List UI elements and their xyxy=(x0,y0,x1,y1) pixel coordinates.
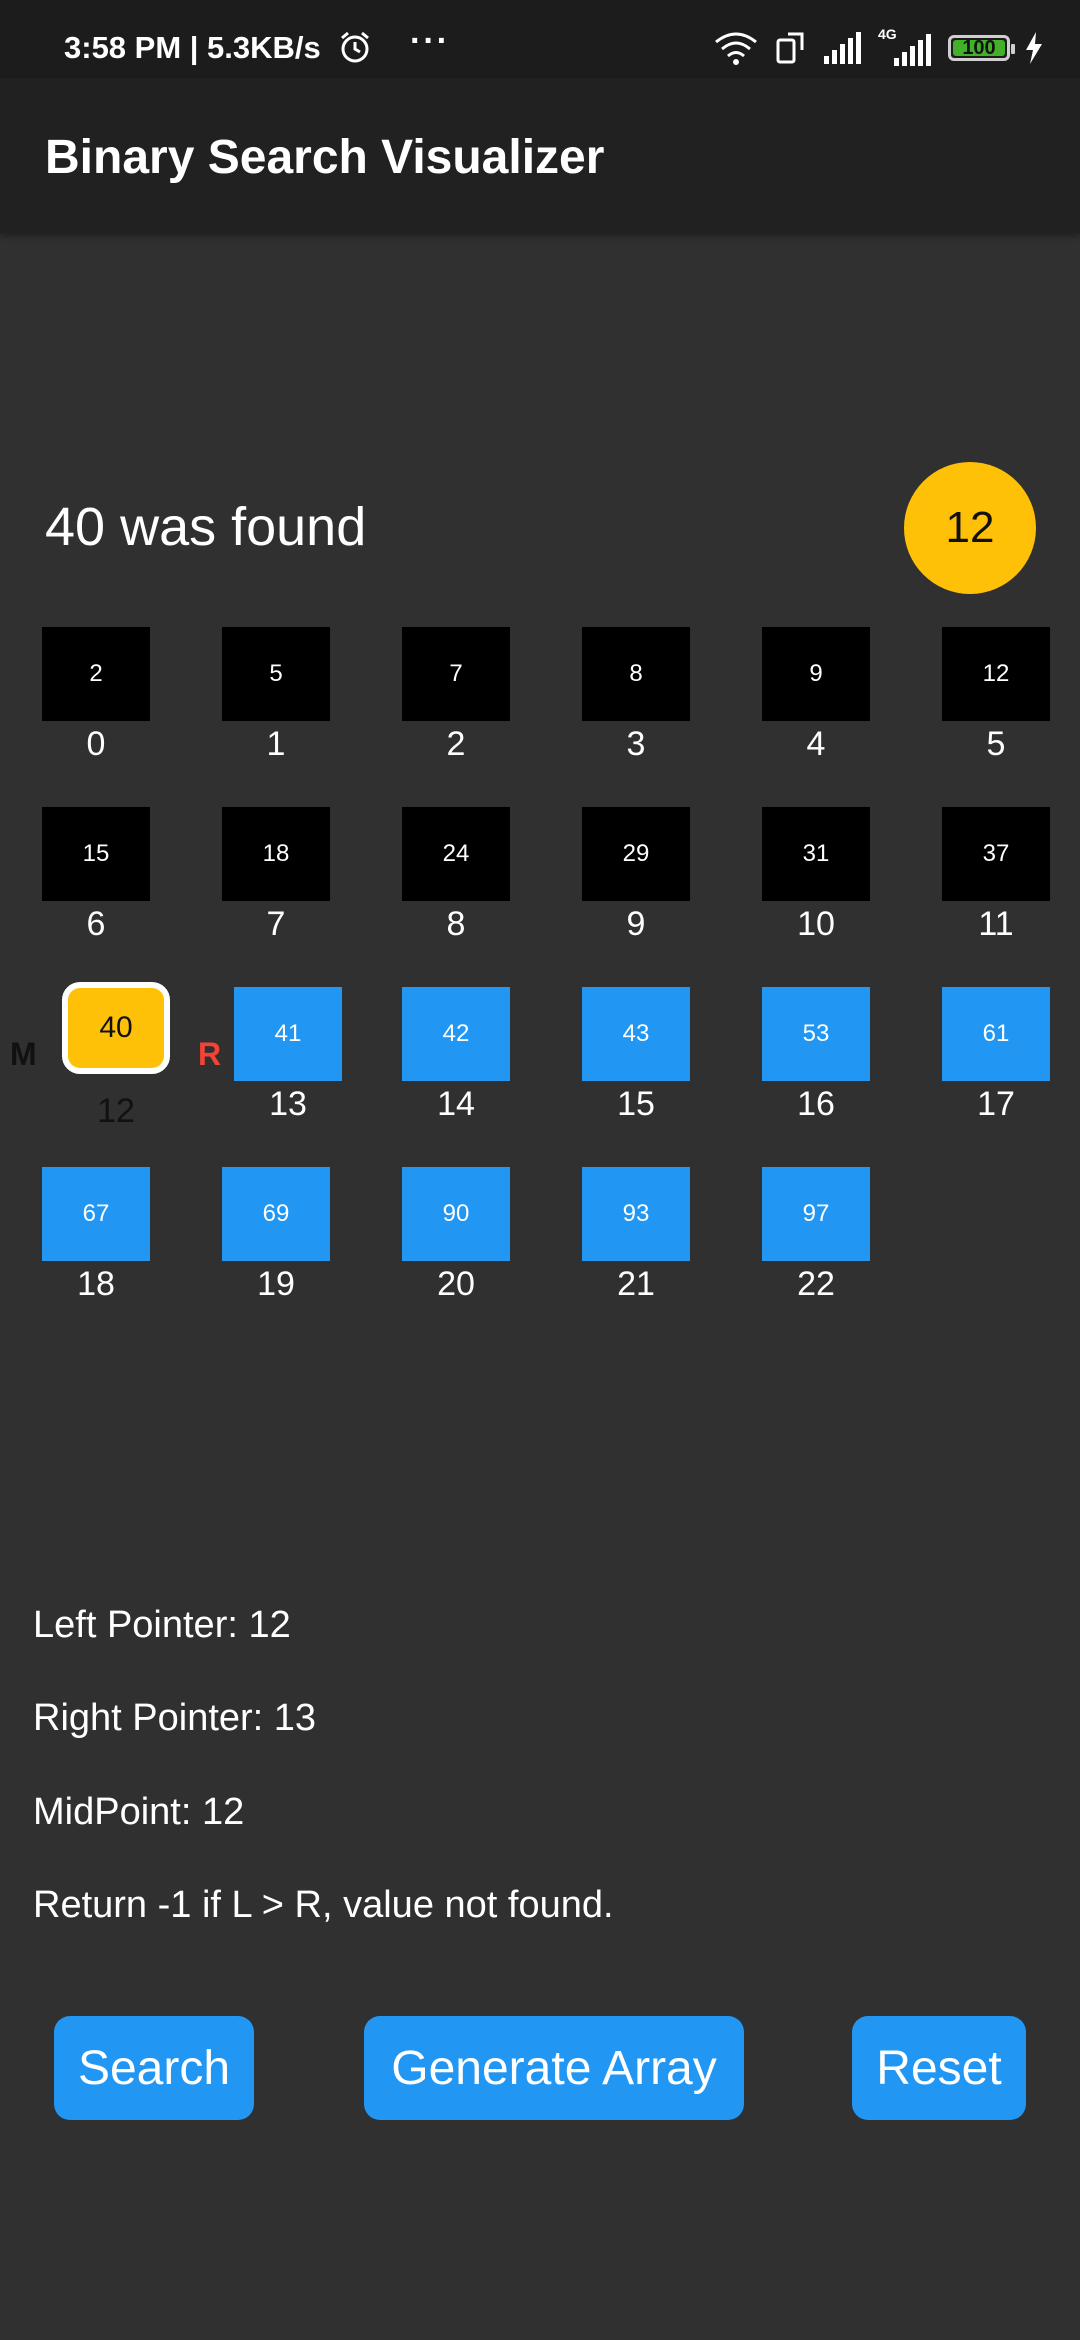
array-cell: 67 xyxy=(42,1167,150,1261)
result-message: 40 was found xyxy=(45,497,367,557)
right-pointer-label: R xyxy=(198,1036,222,1072)
array-index: 13 xyxy=(269,1085,307,1123)
app-title: Binary Search Visualizer xyxy=(45,131,605,184)
array-index: 10 xyxy=(797,905,835,943)
status-time: 3:58 PM | 5.3KB/s xyxy=(64,30,321,65)
array-index: 12 xyxy=(97,1092,135,1130)
array-cell: 8 xyxy=(582,627,690,721)
array-index: 7 xyxy=(266,905,286,943)
array-cell: 90 xyxy=(402,1167,510,1261)
array-index: 16 xyxy=(797,1085,835,1123)
array-cell: 12 xyxy=(942,627,1050,721)
array-index: 20 xyxy=(437,1265,475,1303)
alarm-icon xyxy=(341,31,369,63)
signal-icon xyxy=(824,32,861,64)
midpoint-info: MidPoint: 12 xyxy=(33,1791,245,1833)
array-index: 4 xyxy=(806,725,826,763)
array-cell: 40 xyxy=(62,982,170,1074)
array-index: 0 xyxy=(86,725,106,763)
array-index: 15 xyxy=(617,1085,655,1123)
array-index: 6 xyxy=(86,905,106,943)
array-index: 11 xyxy=(978,905,1014,943)
reset-button[interactable]: Reset xyxy=(852,2016,1026,2120)
battery-level: 100 xyxy=(962,36,996,59)
array-index: 8 xyxy=(446,905,466,943)
search-button[interactable]: Search xyxy=(54,2016,254,2120)
array-index: 17 xyxy=(977,1085,1015,1123)
array-cell: 61 xyxy=(942,987,1050,1081)
array-cell: 53 xyxy=(762,987,870,1081)
array-cell: 42 xyxy=(402,987,510,1081)
array-cell: 7 xyxy=(402,627,510,721)
wifi-icon xyxy=(715,32,757,65)
target-value-badge: 12 xyxy=(904,462,1036,594)
array-index: 14 xyxy=(437,1085,475,1123)
signal-4g-icon: 4G xyxy=(878,26,934,66)
array-index: 1 xyxy=(266,725,286,763)
array-cell: 31 xyxy=(762,807,870,901)
more-notifications-icon: ··· xyxy=(410,22,450,60)
array-index: 18 xyxy=(77,1265,115,1303)
array-cell: 97 xyxy=(762,1167,870,1261)
array-cell: 15 xyxy=(42,807,150,901)
array-cell: 93 xyxy=(582,1167,690,1261)
generate-array-button[interactable]: Generate Array xyxy=(364,2016,744,2120)
array-index: 19 xyxy=(257,1265,295,1303)
app-bar: Binary Search Visualizer xyxy=(0,78,1080,233)
array-cell: 18 xyxy=(222,807,330,901)
array-index: 21 xyxy=(617,1265,655,1303)
array-index: 3 xyxy=(626,725,646,763)
not-found-note: Return -1 if L > R, value not found. xyxy=(33,1884,614,1926)
array-cell: 41 xyxy=(234,987,342,1081)
array-index: 22 xyxy=(797,1265,835,1303)
mid-pointer-label: M xyxy=(10,1036,37,1072)
left-pointer-info: Left Pointer: 12 xyxy=(33,1604,291,1646)
battery-icon: 100 xyxy=(948,35,1015,61)
status-bar: 3:58 PM | 5.3KB/s ··· 4G 100 xyxy=(0,0,1080,78)
array-cell: 9 xyxy=(762,627,870,721)
array-cell: 43 xyxy=(582,987,690,1081)
array-cell: 69 xyxy=(222,1167,330,1261)
rotate-icon xyxy=(776,32,804,64)
charging-icon xyxy=(1026,32,1042,64)
array-cell: 29 xyxy=(582,807,690,901)
array-cell: 37 xyxy=(942,807,1050,901)
array-index: 2 xyxy=(446,725,466,763)
array-index: 9 xyxy=(626,905,646,943)
right-pointer-info: Right Pointer: 13 xyxy=(33,1697,317,1739)
status-icons: 4G 100 xyxy=(712,26,1044,68)
array-index: 5 xyxy=(986,725,1006,763)
array-cell: 5 xyxy=(222,627,330,721)
array-cell: 2 xyxy=(42,627,150,721)
array-cell: 24 xyxy=(402,807,510,901)
